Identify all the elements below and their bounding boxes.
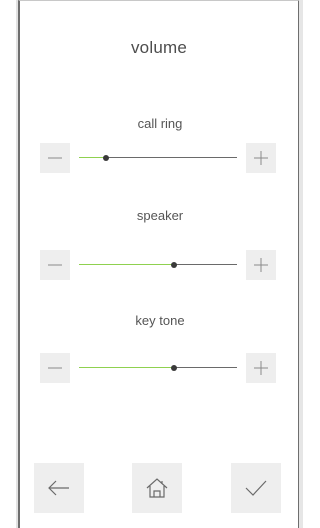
back-button[interactable]	[34, 463, 84, 513]
key-tone-increase-button[interactable]	[246, 353, 276, 383]
key-tone-track-fill	[79, 367, 174, 368]
speaker-slider[interactable]	[79, 259, 237, 271]
minus-icon	[48, 264, 62, 266]
call-ring-slider[interactable]	[79, 152, 237, 164]
speaker-track-fill	[79, 264, 174, 265]
confirm-button[interactable]	[231, 463, 281, 513]
speaker-label: speaker	[136, 208, 184, 223]
plus-icon	[254, 151, 268, 165]
speaker-thumb[interactable]	[170, 262, 177, 268]
plus-icon	[254, 258, 268, 272]
minus-icon	[48, 157, 62, 159]
home-button[interactable]	[132, 463, 182, 513]
speaker-decrease-button[interactable]	[40, 250, 70, 280]
home-icon	[146, 478, 168, 498]
speaker-increase-button[interactable]	[246, 250, 276, 280]
call-ring-decrease-button[interactable]	[40, 143, 70, 173]
plus-icon	[254, 361, 268, 375]
key-tone-decrease-button[interactable]	[40, 353, 70, 383]
call-ring-increase-button[interactable]	[246, 143, 276, 173]
call-ring-track-fill	[79, 157, 106, 158]
key-tone-thumb[interactable]	[170, 365, 177, 371]
key-tone-label: key tone	[135, 313, 185, 328]
key-tone-slider[interactable]	[79, 362, 237, 374]
page-title: volume	[130, 38, 187, 57]
call-ring-thumb[interactable]	[102, 155, 109, 161]
checkmark-icon	[245, 480, 267, 496]
arrow-left-icon	[48, 480, 69, 496]
minus-icon	[48, 367, 62, 369]
call-ring-label: call ring	[137, 116, 183, 131]
frame-shadow-right	[299, 0, 303, 528]
